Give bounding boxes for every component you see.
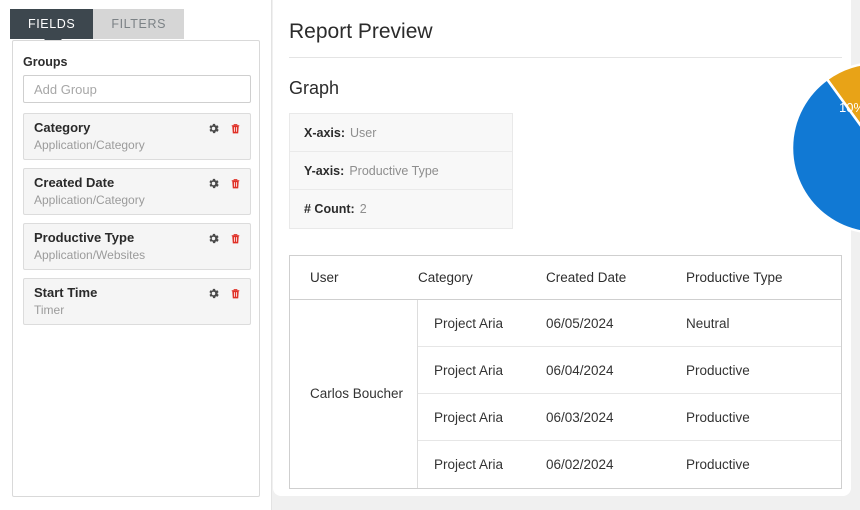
cell-created-date: 06/04/2024 xyxy=(546,362,614,378)
field-list: Category Application/Category Created Da… xyxy=(23,113,251,333)
trash-icon[interactable] xyxy=(229,287,242,300)
axis-x-value: User xyxy=(350,125,377,140)
table-header-row: User Category Created Date Productive Ty… xyxy=(290,256,841,300)
field-item-category[interactable]: Category Application/Category xyxy=(23,113,251,160)
field-item-productive-type[interactable]: Productive Type Application/Websites xyxy=(23,223,251,270)
trash-icon[interactable] xyxy=(229,177,242,190)
table-row[interactable]: Project Aria 06/03/2024 Productive xyxy=(418,394,841,441)
count-key: # Count: xyxy=(304,202,355,216)
axis-row-x: X-axis: User xyxy=(290,114,512,152)
tab-bar: FIELDS FILTERS xyxy=(10,9,185,39)
page-title: Report Preview xyxy=(289,20,433,43)
report-preview-panel: Report Preview Graph X-axis: User Y-axis… xyxy=(273,0,860,496)
column-header-created-date: Created Date xyxy=(546,270,627,285)
field-subtitle: Application/Category xyxy=(34,138,145,152)
table-row[interactable]: Project Aria 06/05/2024 Neutral xyxy=(418,300,841,347)
trash-icon[interactable] xyxy=(229,232,242,245)
pie-chart: 10% 90% xyxy=(790,62,860,234)
table-row[interactable]: Project Aria 06/04/2024 Productive xyxy=(418,347,841,394)
axis-info-panel: X-axis: User Y-axis: Productive Type # C… xyxy=(289,113,513,229)
field-item-created-date[interactable]: Created Date Application/Category xyxy=(23,168,251,215)
cell-productive-type: Productive xyxy=(686,362,750,378)
table-body: Carlos Boucher Project Aria 06/05/2024 N… xyxy=(290,300,841,488)
field-item-start-time[interactable]: Start Time Timer xyxy=(23,278,251,325)
gear-icon[interactable] xyxy=(207,177,220,190)
graph-heading: Graph xyxy=(289,78,340,98)
gear-icon[interactable] xyxy=(207,287,220,300)
cell-category: Project Aria xyxy=(434,362,504,378)
axis-row-count: # Count: 2 xyxy=(290,190,512,228)
report-builder-page: FIELDS FILTERS Groups Category Applicati… xyxy=(0,0,860,510)
cell-category: Project Aria xyxy=(434,409,504,425)
table-rows: Project Aria 06/05/2024 Neutral Project … xyxy=(418,300,841,488)
report-data-table: User Category Created Date Productive Ty… xyxy=(289,255,842,489)
cell-category: Project Aria xyxy=(434,457,504,472)
gear-icon[interactable] xyxy=(207,232,220,245)
count-value: 2 xyxy=(359,202,367,216)
add-group-input[interactable] xyxy=(23,75,251,103)
column-header-user: User xyxy=(310,270,339,285)
axis-row-y: Y-axis: Productive Type xyxy=(290,152,512,190)
gear-icon[interactable] xyxy=(207,122,220,135)
column-header-category: Category xyxy=(418,270,473,285)
fields-panel: Groups Category Application/Category xyxy=(12,40,260,497)
field-actions xyxy=(207,177,242,190)
tab-fields-label: FIELDS xyxy=(28,17,76,31)
left-panel: FIELDS FILTERS Groups Category Applicati… xyxy=(0,0,272,510)
field-actions xyxy=(207,232,242,245)
groups-label: Groups xyxy=(23,55,68,69)
pie-chart-svg xyxy=(790,63,860,233)
cell-productive-type: Productive xyxy=(686,457,750,472)
field-actions xyxy=(207,287,242,300)
cell-category: Project Aria xyxy=(434,315,504,331)
axis-x-key: X-axis: xyxy=(304,125,345,140)
cell-productive-type: Productive xyxy=(686,409,750,425)
cell-productive-type: Neutral xyxy=(686,315,730,331)
tab-fields[interactable]: FIELDS xyxy=(10,9,94,39)
column-header-productive-type: Productive Type xyxy=(686,270,783,285)
cell-created-date: 06/02/2024 xyxy=(546,457,614,472)
table-cell-user: Carlos Boucher xyxy=(290,300,418,488)
tab-filters[interactable]: FILTERS xyxy=(93,9,185,39)
tab-filters-label: FILTERS xyxy=(111,17,167,31)
axis-y-value: Productive Type xyxy=(349,163,439,178)
field-subtitle: Application/Category xyxy=(34,193,145,207)
axis-y-key: Y-axis: xyxy=(304,163,345,178)
title-divider xyxy=(289,57,842,58)
table-row[interactable]: Project Aria 06/02/2024 Productive xyxy=(418,441,841,488)
field-actions xyxy=(207,122,242,135)
field-subtitle: Application/Websites xyxy=(34,248,146,262)
field-subtitle: Timer xyxy=(34,303,65,317)
cell-created-date: 06/05/2024 xyxy=(546,315,614,331)
cell-created-date: 06/03/2024 xyxy=(546,409,614,425)
trash-icon[interactable] xyxy=(229,122,242,135)
